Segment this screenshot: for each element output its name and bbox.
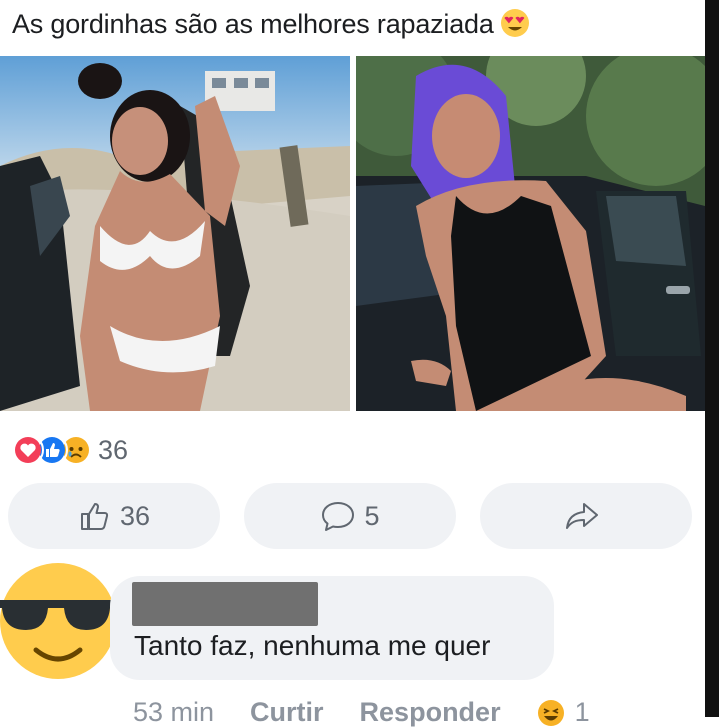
post-text: As gordinhas são as melhores rapaziada [12,8,530,40]
share-button[interactable] [480,483,692,549]
commenter-name-redacted[interactable] [132,582,318,626]
screen-edge-bar [705,0,719,717]
like-button[interactable]: 36 [8,483,220,549]
laughing-reaction-icon [537,699,564,726]
post-text-content: As gordinhas são as melhores rapaziada [12,9,494,39]
like-count: 36 [119,500,151,531]
comment-bubble[interactable]: Tanto faz, nenhuma me quer [110,576,554,680]
beach-photo[interactable] [0,56,350,411]
reaction-count: 36 [98,434,129,465]
share-arrow-icon [566,503,598,529]
car-photo-illustration [356,56,705,411]
car-photo[interactable] [356,56,705,411]
comment-like-link[interactable]: Curtir [250,697,324,728]
comment-reaction[interactable]: 1 [537,697,590,728]
comment-text: Tanto faz, nenhuma me quer [134,630,491,661]
comment-button[interactable]: 5 [244,483,456,549]
love-reaction-icon [12,434,44,466]
comment-count: 5 [364,500,380,531]
thumbs-up-icon [80,503,109,530]
comment-reaction-count: 1 [574,697,590,727]
comment-meta: 53 min Curtir Responder 1 [133,697,590,728]
reaction-summary[interactable]: 36 [12,432,128,468]
beach-photo-illustration [0,56,350,411]
comment-icon [322,502,355,531]
commenter-avatar-sunglasses-icon[interactable] [0,562,116,680]
heart-eyes-emoji-icon [500,9,529,37]
comment-time[interactable]: 53 min [133,697,214,728]
comment-reply-link[interactable]: Responder [360,697,501,728]
